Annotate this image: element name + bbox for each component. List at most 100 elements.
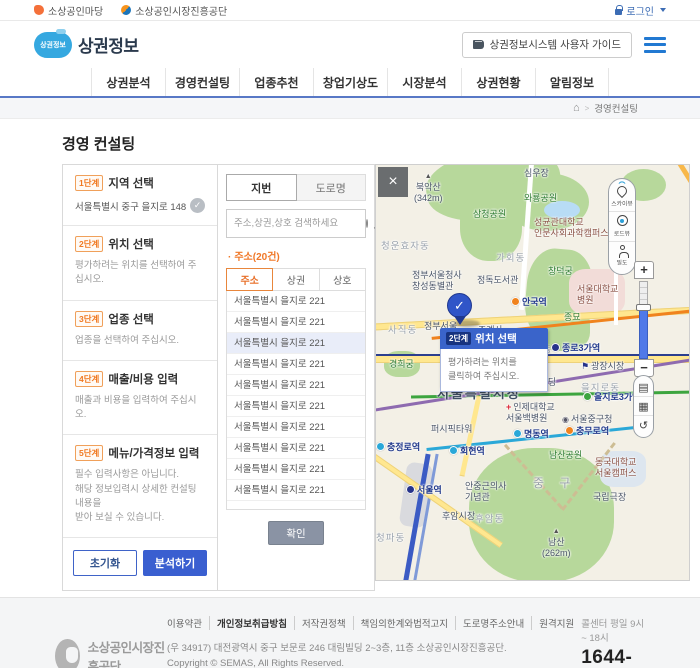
list-item[interactable]: 서울특별시 을지로 221 — [227, 312, 365, 333]
map-label: 정부서울청사 창성동별관 — [412, 270, 462, 292]
step3-title: 업종 선택 — [108, 313, 154, 326]
map-label: 정독도서관 — [477, 275, 519, 285]
nav-sangwon-analysis[interactable]: 상권분석 — [91, 68, 165, 96]
footer-logo-icon — [55, 639, 80, 668]
confirm-button[interactable]: 확인 — [268, 521, 324, 545]
menu-icon[interactable] — [644, 36, 666, 53]
nav-notice[interactable]: 알림정보 — [535, 68, 609, 96]
site-logo[interactable]: 상권정보 상권정보 — [34, 28, 139, 58]
map-label: 국립극장 — [593, 492, 627, 502]
footer-copyright: Copyright © SEMAS, All Rights Reserved. — [167, 658, 345, 668]
login-button[interactable]: 로그인 — [615, 3, 666, 18]
footer-link-terms[interactable]: 이용약관 — [167, 616, 211, 631]
footer-link-privacy[interactable]: 개인정보취급방침 — [210, 616, 295, 631]
list-item[interactable]: 서울특별시 을지로 221 — [227, 480, 365, 501]
nav-market-analysis[interactable]: 시장분석 — [387, 68, 461, 96]
tooltip-line1: 평가하려는 위치를 — [448, 357, 517, 367]
home-icon[interactable]: ⌂ — [573, 102, 580, 114]
map-label: 중 구 — [533, 476, 577, 490]
chevron-down-icon — [660, 8, 666, 12]
map-label-station: 충무로역 — [565, 426, 609, 437]
list-item[interactable]: 서울특별시 을지로 221 — [227, 417, 365, 438]
map-label: 와룡공원 — [524, 193, 558, 203]
map-label: 서울대학교 병원 — [577, 284, 619, 306]
subtab-sangho[interactable]: 상호 — [319, 268, 366, 291]
step3-badge: 3단계 — [75, 310, 104, 327]
search-icon[interactable] — [366, 219, 368, 228]
tab-jibun[interactable]: 지번 — [226, 174, 297, 201]
map-label: 성균관대학교 인문사회과학캠퍼스 — [534, 217, 609, 239]
footer-link-remote-support[interactable]: 원격지원 — [532, 616, 581, 630]
footer-link-disclaimer[interactable]: 책임의한계와법적고지 — [354, 616, 457, 631]
step5-desc: 필수 입력사항은 아닙니다. 해당 정보입력시 상세한 컨설팅 내용을 받아 보… — [75, 469, 197, 523]
footer-address: (우 34917) 대전광역시 중구 보문로 246 대림빌딩 2~3층, 11… — [167, 643, 507, 655]
skyview-button[interactable]: 스카이뷰 — [609, 183, 635, 212]
step3-desc: 업종을 선택하여 주십시오. — [75, 334, 180, 346]
step4-desc: 매출과 비용을 입력하여 주십시오. — [75, 394, 197, 420]
list-item[interactable]: 서울특별시 을지로 221 — [227, 375, 365, 396]
subtab-address[interactable]: 주소 — [226, 268, 274, 291]
nav-startup-weather[interactable]: 창업기상도 — [313, 68, 387, 96]
list-item-selected[interactable]: 서울특별시 을지로 221 — [227, 333, 365, 354]
ruler-icon[interactable]: ▤ — [634, 378, 653, 397]
map-label: 광장시장 — [581, 361, 624, 372]
breadcrumb: ⌂ > 경영컨설팅 — [0, 98, 700, 119]
user-guide-button[interactable]: 상권정보시스템 사용자 가이드 — [461, 31, 632, 58]
address-search-panel: 지번 도로명 주소(20건) 주소 상권 상호 서울특별시 을지로 221 서울… — [218, 165, 374, 590]
search-input[interactable] — [234, 218, 366, 229]
sobiz-madang-label: 소상공인마당 — [48, 6, 104, 18]
map-measure-tools: ▤ ▦ ↺ — [633, 375, 654, 438]
step1-title: 지역 선택 — [108, 178, 154, 190]
close-icon[interactable]: × — [378, 167, 408, 197]
analyze-button[interactable]: 분석하기 — [143, 550, 207, 577]
list-item[interactable]: 서울특별시 을지로 221 — [227, 438, 365, 459]
list-item[interactable]: 서울특별시 을지로 221 — [227, 396, 365, 417]
footer-link-copyright-policy[interactable]: 저작권정책 — [295, 616, 354, 631]
nav-consulting[interactable]: 경영컨설팅 — [165, 68, 239, 96]
page-title: 경영 컨설팅 — [62, 136, 136, 153]
semas-logo[interactable]: 소상공인시장진흥공단 — [121, 3, 227, 18]
map-label-station: 충정로역 — [376, 442, 420, 453]
map-label: 북악산 (342m) — [414, 173, 443, 204]
nav-upjong-recommend[interactable]: 업종추천 — [239, 68, 313, 96]
footer-link-road-address[interactable]: 도로명주소안내 — [456, 616, 533, 631]
map-label: 남산 (262m) — [542, 528, 571, 559]
map-label-station: 회현역 — [449, 446, 485, 457]
density-button[interactable]: 밀도 — [609, 242, 635, 270]
roadview-icon — [616, 215, 628, 226]
area-icon[interactable]: ▦ — [634, 397, 653, 416]
nav-sangwon-status[interactable]: 상권현황 — [461, 68, 535, 96]
result-count-label: 주소(20건) — [228, 248, 366, 263]
map-label: 가회동 — [496, 253, 526, 264]
map-label: 삼청공원 — [473, 209, 507, 219]
list-item[interactable]: 서울특별시 을지로 221 — [227, 354, 365, 375]
subtab-sangwon[interactable]: 상권 — [273, 268, 320, 291]
map-label-station: 종로3가역 — [551, 343, 600, 354]
zoom-in-button[interactable]: + — [634, 261, 654, 279]
reset-button[interactable]: 초기화 — [73, 550, 137, 577]
user-guide-label: 상권정보시스템 사용자 가이드 — [489, 39, 621, 51]
map-label: 창덕궁 — [548, 266, 573, 276]
tab-road-name[interactable]: 도로명 — [296, 174, 366, 201]
header: 상권정보 상권정보 상권정보시스템 사용자 가이드 — [0, 21, 700, 68]
zoom-slider-handle[interactable] — [636, 304, 651, 311]
map-label-station: 명동역 — [513, 429, 549, 440]
undo-icon[interactable]: ↺ — [634, 416, 653, 435]
map-park-area — [460, 189, 522, 261]
map-label: 경희궁 — [389, 359, 414, 369]
step-upjong: 3단계 업종 선택 업종을 선택하여 주십시오. — [63, 301, 217, 361]
sobiz-madang-logo[interactable]: 소상공인마당 — [34, 3, 103, 18]
tooltip-step-badge: 2단계 — [446, 332, 472, 345]
map-canvas[interactable]: 심우장 북악산 (342m) 와룡공원 삼청공원 성균관대학교 인문사회과학캠퍼… — [375, 164, 690, 581]
list-item[interactable]: 서울특별시 을지로 221 — [227, 291, 365, 312]
map-label: 사직동 — [388, 325, 418, 336]
login-label: 로그인 — [626, 6, 654, 18]
footer: 소상공인시장진흥공단 이용약관 개인정보취급방침 저작권정책 책임의한계와법적고… — [0, 597, 700, 668]
step5-badge: 5단계 — [75, 445, 104, 462]
tooltip-line2: 클릭하여 주십시오. — [448, 371, 520, 382]
roadview-button[interactable]: 로드뷰 — [609, 212, 635, 242]
step2-title: 위치 선택 — [108, 239, 154, 251]
list-item[interactable]: 서울특별시 을지로 221 — [227, 459, 365, 480]
step-region: 1단계 지역 선택 서울특별시 중구 을지로 148 ✓ — [63, 165, 217, 226]
semas-icon — [121, 5, 132, 15]
